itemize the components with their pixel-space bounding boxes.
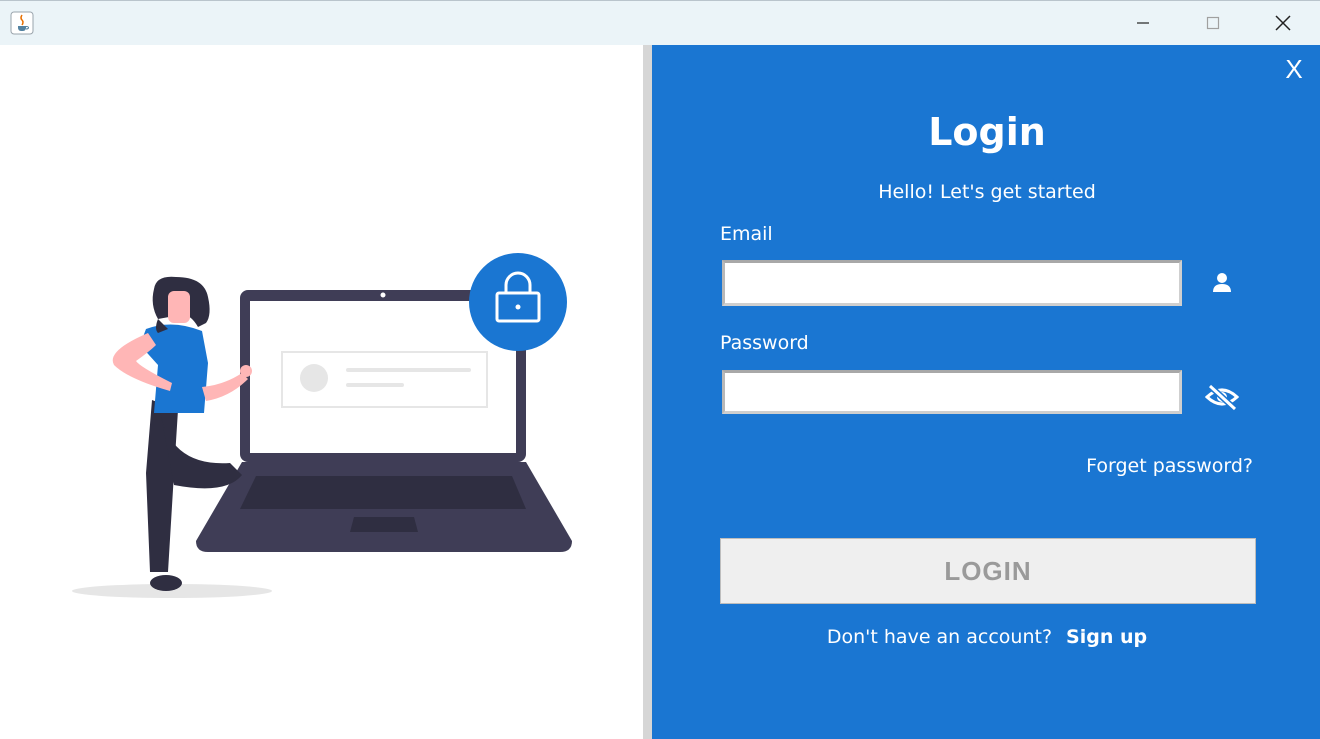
login-subtitle: Hello! Let's get started — [878, 181, 1096, 203]
user-icon — [1204, 264, 1240, 300]
window-titlebar — [0, 0, 1320, 45]
minimize-icon — [1137, 22, 1149, 24]
secure-login-illustration — [72, 253, 572, 598]
no-account-text: Don't have an account? — [826, 626, 1053, 648]
maximize-icon — [1206, 16, 1220, 30]
screen-card-line — [346, 368, 471, 372]
password-label: Password — [720, 332, 809, 354]
login-button[interactable]: LOGIN — [720, 538, 1256, 604]
signup-link[interactable]: Sign up — [1066, 626, 1147, 648]
password-field[interactable] — [722, 370, 1182, 414]
login-window: X Login Hello! Let's get started Email P… — [0, 0, 1320, 739]
window-maximize-button[interactable] — [1183, 1, 1243, 45]
person-hand — [240, 365, 252, 377]
forgot-password-link[interactable]: Forget password? — [1086, 453, 1253, 479]
laptop-keyboard — [240, 476, 526, 509]
panel-divider — [643, 45, 652, 739]
eye-slash-icon[interactable] — [1204, 379, 1240, 415]
window-minimize-button[interactable] — [1113, 1, 1173, 45]
lock-keyhole — [515, 304, 521, 310]
lock-badge — [469, 253, 567, 351]
screen-card-avatar — [300, 364, 328, 392]
laptop-touchpad — [350, 517, 418, 532]
email-label: Email — [720, 223, 773, 245]
close-icon — [1275, 15, 1291, 31]
screen-card-line — [346, 383, 404, 387]
window-close-button[interactable] — [1253, 1, 1313, 45]
signup-row: Don't have an account? Sign up — [652, 624, 1320, 650]
person-shoe — [150, 575, 182, 591]
login-title: Login — [928, 110, 1046, 154]
illustration-panel — [0, 45, 643, 739]
java-app-icon — [10, 11, 34, 35]
person-face — [168, 291, 190, 323]
panel-close-button[interactable]: X — [1282, 53, 1306, 85]
laptop-camera — [380, 292, 386, 298]
login-panel: X Login Hello! Let's get started Email P… — [652, 45, 1320, 739]
person-leg — [146, 400, 178, 572]
email-field[interactable] — [722, 260, 1182, 306]
